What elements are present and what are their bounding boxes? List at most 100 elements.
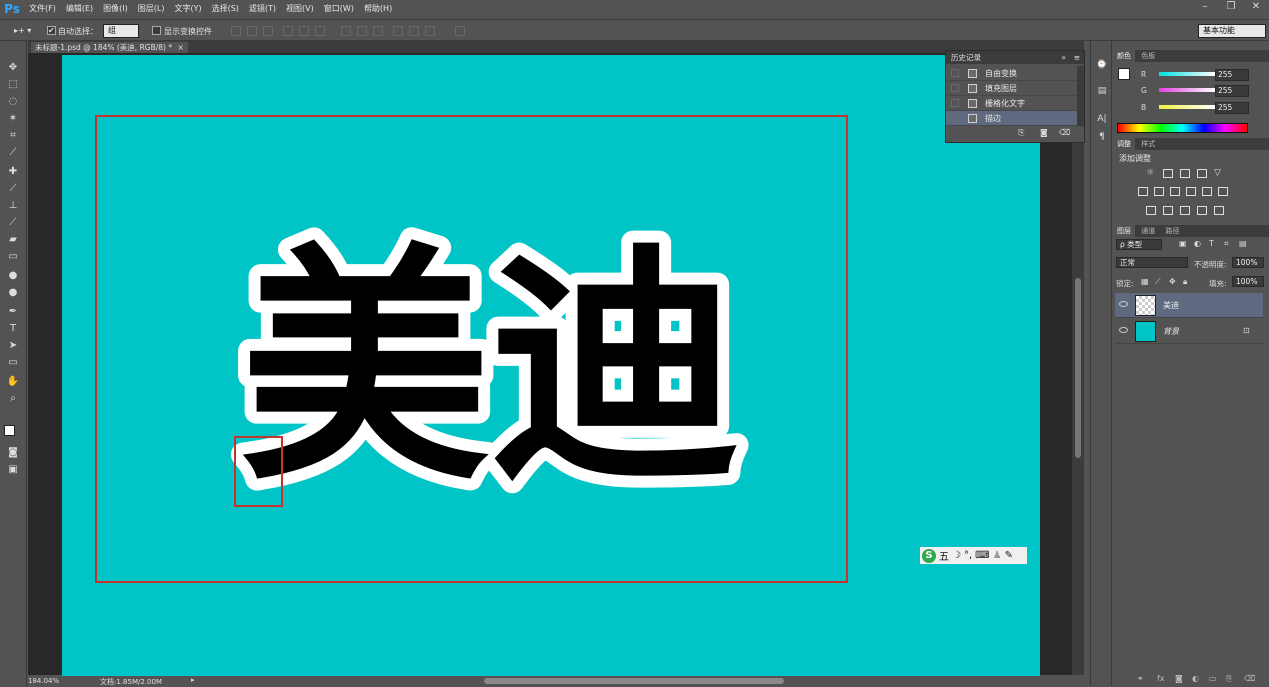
gradient-tool-icon[interactable]: ▭ — [6, 250, 20, 263]
horizontal-scroll-thumb[interactable] — [484, 678, 784, 684]
snapshot-icon[interactable]: ◙ — [1040, 128, 1048, 137]
levels-icon[interactable] — [1163, 169, 1173, 178]
dodge-tool-icon[interactable]: ● — [6, 286, 20, 299]
paragraph-panel-icon[interactable]: ¶ — [1096, 131, 1108, 143]
exposure-icon[interactable] — [1197, 169, 1207, 178]
move-tool-preset[interactable]: ▸+ ▾ — [14, 26, 31, 35]
delete-layer-icon[interactable]: ⌫ — [1244, 674, 1255, 683]
lock-all-icon[interactable]: 🔒︎ — [1183, 277, 1187, 287]
align-right-icon[interactable] — [315, 26, 325, 36]
trash-icon[interactable]: ⌫ — [1059, 128, 1070, 137]
close-button[interactable]: ✕ — [1243, 0, 1269, 14]
align-vcenter-icon[interactable] — [247, 26, 257, 36]
distribute-vcenter-icon[interactable] — [357, 26, 367, 36]
filter-adjust-icon[interactable]: ◐ — [1194, 239, 1201, 248]
filter-smart-icon[interactable]: ▤ — [1239, 239, 1247, 248]
tab-swatches[interactable]: 色板 — [1137, 50, 1159, 62]
magic-wand-icon[interactable]: ✶ — [6, 112, 20, 125]
menu-view[interactable]: 视图(V) — [281, 0, 319, 18]
blue-slider[interactable] — [1159, 105, 1215, 109]
menu-file[interactable]: 文件(F) — [24, 0, 61, 18]
hue-saturation-icon[interactable] — [1138, 187, 1148, 196]
menu-help[interactable]: 帮助(H) — [359, 0, 397, 18]
tab-color[interactable]: 颜色 — [1113, 50, 1135, 62]
blur-tool-icon[interactable]: ● — [6, 269, 20, 282]
distribute-left-icon[interactable] — [393, 26, 403, 36]
screen-mode-icon[interactable]: ▣ — [6, 463, 20, 476]
menu-select[interactable]: 选择(S) — [207, 0, 244, 18]
auto-select-checkbox[interactable]: ✔ — [47, 26, 56, 35]
lasso-tool-icon[interactable]: ◌ — [6, 95, 20, 108]
menu-image[interactable]: 图像(I) — [98, 0, 133, 18]
history-source-box[interactable] — [951, 114, 959, 122]
history-panel-title[interactable]: 历史记录 — [951, 53, 981, 62]
blue-value[interactable]: 255 — [1215, 102, 1249, 114]
ime-toolbar[interactable]: S 五 ☽ °, ⌨ ♟ ✎ — [920, 547, 1027, 564]
auto-select-dropdown[interactable]: 组 — [103, 24, 139, 38]
layer-row-selected[interactable]: 美迪 — [1115, 293, 1263, 318]
fill-input[interactable]: 100% — [1232, 276, 1264, 287]
crop-tool-icon[interactable]: ⌗ — [6, 129, 20, 142]
filter-type-icon[interactable]: T — [1209, 239, 1214, 248]
adjustment-layer-icon[interactable]: ◐ — [1192, 674, 1199, 683]
character-panel-icon[interactable]: A| — [1096, 113, 1108, 125]
vertical-scrollbar[interactable] — [1072, 53, 1084, 675]
layer-style-icon[interactable]: fx — [1157, 674, 1165, 683]
black-white-icon[interactable] — [1170, 187, 1180, 196]
history-item-selected[interactable]: 描边 — [946, 111, 1077, 126]
distribute-right-icon[interactable] — [425, 26, 435, 36]
history-source-box[interactable] — [951, 99, 959, 107]
path-select-icon[interactable]: ➤ — [6, 339, 20, 352]
punctuation-icon[interactable]: °, — [964, 550, 972, 561]
lock-transparent-icon[interactable]: ▦ — [1141, 277, 1149, 286]
layer-row[interactable]: 背景 ⊡ — [1115, 319, 1263, 344]
history-source-box[interactable] — [951, 84, 959, 92]
align-top-icon[interactable] — [231, 26, 241, 36]
zoom-tool-icon[interactable]: ⌕ — [6, 392, 20, 405]
curves-icon[interactable] — [1180, 169, 1190, 178]
align-hcenter-icon[interactable] — [299, 26, 309, 36]
lock-pixels-icon[interactable]: ⟋ — [1155, 277, 1161, 287]
workspace-dropdown[interactable]: 基本功能 — [1198, 24, 1266, 38]
red-slider[interactable] — [1159, 72, 1215, 76]
align-bottom-icon[interactable] — [263, 26, 273, 36]
history-panel-icon[interactable]: ⌚ — [1096, 59, 1108, 71]
user-icon[interactable]: ♟ — [993, 550, 1002, 561]
filter-pixel-icon[interactable]: ▣ — [1179, 239, 1187, 248]
ime-logo[interactable]: S — [922, 548, 936, 563]
new-layer-icon[interactable]: ⎘ — [1226, 674, 1232, 684]
menu-type[interactable]: 文字(Y) — [169, 0, 206, 18]
link-layers-icon[interactable]: ⚭ — [1137, 674, 1144, 683]
foreground-color-swatch[interactable] — [4, 425, 15, 436]
layer-filter-dropdown[interactable]: ρ 类型 — [1116, 239, 1162, 250]
pen-tool-icon[interactable]: ✒ — [6, 305, 20, 318]
align-left-icon[interactable] — [283, 26, 293, 36]
zoom-level[interactable]: 184.04% — [28, 677, 59, 685]
hand-tool-icon[interactable]: ✋ — [6, 375, 20, 388]
group-icon[interactable]: ▭ — [1209, 674, 1217, 683]
selective-color-icon[interactable] — [1214, 206, 1224, 215]
document-canvas[interactable]: 美迪 — [62, 55, 1040, 676]
channel-mixer-icon[interactable] — [1202, 187, 1212, 196]
history-source-box[interactable] — [951, 69, 959, 77]
threshold-icon[interactable] — [1180, 206, 1190, 215]
color-lookup-icon[interactable] — [1218, 187, 1228, 196]
posterize-icon[interactable] — [1163, 206, 1173, 215]
history-item[interactable]: 栅格化文字 — [946, 96, 1077, 111]
distribute-hcenter-icon[interactable] — [409, 26, 419, 36]
history-item[interactable]: 填充图层 — [946, 81, 1077, 96]
tab-adjustments[interactable]: 调整 — [1113, 138, 1135, 150]
healing-brush-icon[interactable]: ✚ — [6, 165, 20, 178]
new-document-from-state-icon[interactable]: ⎘ — [1018, 128, 1024, 138]
red-value[interactable]: 255 — [1215, 69, 1249, 81]
auto-align-icon[interactable] — [455, 26, 465, 36]
history-item[interactable]: 自由变换 — [946, 66, 1077, 81]
distribute-bottom-icon[interactable] — [373, 26, 383, 36]
ime-mode[interactable]: 五 — [939, 548, 949, 563]
move-tool-icon[interactable]: ✥ — [6, 61, 20, 74]
keyboard-icon[interactable]: ⌨ — [975, 550, 989, 561]
menu-edit[interactable]: 编辑(E) — [61, 0, 98, 18]
menu-filter[interactable]: 滤镜(T) — [244, 0, 281, 18]
opacity-input[interactable]: 100% — [1232, 257, 1264, 268]
wrench-icon[interactable]: ✎ — [1005, 550, 1013, 561]
